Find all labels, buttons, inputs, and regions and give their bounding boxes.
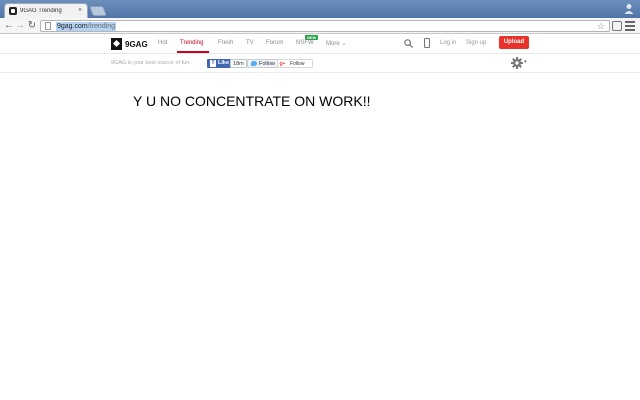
bookmark-star-icon[interactable]: ☆ [597, 21, 605, 32]
nav-fresh[interactable]: Fresh [218, 40, 233, 46]
social-bar: 9GAG is your best source of fun. f Like … [0, 55, 640, 73]
url-domain: 9gag.com [57, 22, 88, 30]
nav-more[interactable]: More ⌄ [326, 40, 346, 47]
tagline: 9GAG is your best source of fun. [111, 60, 191, 66]
facebook-icon: f [210, 60, 216, 67]
profile-icon[interactable] [624, 3, 634, 14]
tab-close-icon[interactable]: × [76, 7, 84, 15]
signup-link[interactable]: Sign up [466, 40, 486, 46]
search-icon[interactable] [404, 39, 413, 48]
fb-like-label: Like [218, 60, 230, 66]
extension-icon[interactable] [612, 21, 622, 31]
new-tab-button[interactable] [89, 6, 107, 16]
login-link[interactable]: Log in [440, 40, 456, 46]
google-plus-follow-button[interactable]: g+ Follow [277, 59, 313, 68]
browser-menu-icon[interactable] [625, 21, 635, 31]
address-bar[interactable]: 9gag.com/trending ☆ [40, 20, 610, 32]
upload-button[interactable]: Upload [499, 36, 529, 49]
gear-icon[interactable] [511, 57, 523, 69]
forward-button[interactable]: → [14, 19, 26, 32]
site-logo[interactable]: 9GAG [111, 38, 148, 50]
url-text[interactable]: 9gag.com/trending [56, 21, 116, 31]
browser-toolbar: ← → ↻ 9gag.com/trending ☆ [0, 18, 640, 34]
page-icon [45, 22, 51, 30]
tw-follow-label: Follow [259, 60, 275, 67]
9gag-favicon-icon [9, 7, 17, 15]
twitter-follow-button[interactable]: Follow [247, 59, 279, 68]
tab-title: 9GAG Trending [20, 8, 62, 14]
active-nav-underline [177, 51, 209, 53]
nav-tv[interactable]: TV [246, 40, 254, 46]
browser-tabstrip: 9GAG Trending × [0, 0, 640, 18]
browser-tab[interactable]: 9GAG Trending × [4, 3, 88, 18]
post-title: Y U NO CONCENTRATE ON WORK!! [133, 93, 371, 109]
logo-text: 9GAG [125, 39, 148, 49]
reload-button[interactable]: ↻ [26, 19, 38, 32]
chevron-down-icon[interactable]: ▾ [524, 59, 527, 65]
twitter-bird-icon [251, 61, 257, 66]
nav-forum[interactable]: Forum [266, 40, 283, 46]
mobile-app-icon[interactable] [424, 38, 430, 48]
site-header: 9GAG Hot Trending Fresh TV Forum NEW NSF… [0, 34, 640, 54]
url-path: /trending [87, 22, 115, 30]
facebook-like-button[interactable]: f Like [207, 59, 233, 68]
google-plus-icon: g+ [279, 60, 286, 67]
fb-like-count: 18m [230, 59, 247, 68]
nav-nsfw[interactable]: NSFW [296, 40, 314, 46]
gp-follow-label: Follow [290, 60, 305, 67]
nav-hot[interactable]: Hot [158, 40, 167, 46]
nav-trending[interactable]: Trending [180, 40, 203, 46]
9gag-logo-icon [111, 38, 122, 50]
